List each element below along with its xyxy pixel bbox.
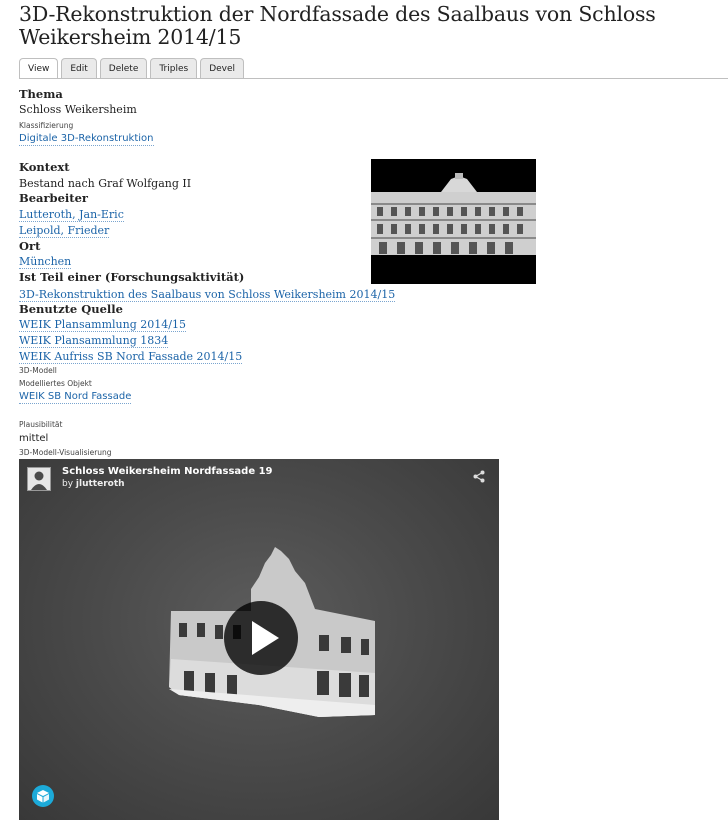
sketchfab-logo[interactable] xyxy=(32,785,54,807)
kontext-value: Bestand nach Graf Wolfgang II xyxy=(19,177,192,190)
ort-label: Ort xyxy=(19,239,41,253)
bearbeiter-link-1[interactable]: Lutteroth, Jan-Eric xyxy=(19,208,124,222)
share-button[interactable] xyxy=(473,468,485,487)
kontext-label: Kontext xyxy=(19,160,70,174)
tab-delete[interactable]: Delete xyxy=(99,58,148,78)
play-icon xyxy=(252,621,279,655)
page-title: 3D-Rekonstruktion der Nordfassade des Sa… xyxy=(19,2,656,49)
objekt-label: Modelliertes Objekt xyxy=(19,379,92,388)
play-button[interactable] xyxy=(224,601,298,675)
ort-link[interactable]: München xyxy=(19,255,72,269)
quelle-link-3[interactable]: WEIK Aufriss SB Nord Fassade 2014/15 xyxy=(19,350,243,364)
author-avatar[interactable] xyxy=(27,467,51,491)
tab-bar: View Edit Delete Triples Devel xyxy=(19,58,247,78)
sketchfab-logo-icon xyxy=(37,790,49,803)
tab-divider xyxy=(19,78,728,79)
klassifizierung-label: Klassifizierung xyxy=(19,121,74,130)
tab-devel[interactable]: Devel xyxy=(200,58,245,78)
thema-value: Schloss Weikersheim xyxy=(19,103,137,116)
model-author[interactable]: jlutteroth xyxy=(76,479,125,489)
klassifizierung-link[interactable]: Digitale 3D-Rekonstruktion xyxy=(19,133,154,146)
avatar-icon xyxy=(28,468,50,490)
quelle-link-1[interactable]: WEIK Plansammlung 2014/15 xyxy=(19,318,186,332)
facade-thumbnail-drawing xyxy=(371,159,536,284)
objekt-link[interactable]: WEIK SB Nord Fassade xyxy=(19,391,132,404)
by-prefix: by xyxy=(62,479,74,489)
thema-label: Thema xyxy=(19,87,63,101)
share-icon xyxy=(473,470,485,483)
quelle-label: Benutzte Quelle xyxy=(19,302,123,316)
quelle-link-2[interactable]: WEIK Plansammlung 1834 xyxy=(19,334,169,348)
teil-label: Ist Teil einer (Forschungsaktivität) xyxy=(19,270,245,284)
tab-view[interactable]: View xyxy=(19,58,59,78)
visualisierung-label: 3D-Modell-Visualisierung xyxy=(19,448,112,457)
facade-thumbnail[interactable] xyxy=(371,159,536,284)
tab-edit[interactable]: Edit xyxy=(61,58,97,78)
sketchfab-viewer[interactable]: Schloss Weikersheim Nordfassade 19 by jl… xyxy=(19,459,499,820)
teil-link[interactable]: 3D-Rekonstruktion des Saalbaus von Schlo… xyxy=(19,288,396,302)
bearbeiter-link-2[interactable]: Leipold, Frieder xyxy=(19,224,110,238)
model-author-line: by jlutteroth xyxy=(62,479,125,489)
bearbeiter-label: Bearbeiter xyxy=(19,191,88,205)
modell-label: 3D-Modell xyxy=(19,366,57,375)
tab-triples[interactable]: Triples xyxy=(150,58,198,78)
model-title[interactable]: Schloss Weikersheim Nordfassade 19 xyxy=(62,466,273,477)
plausibilitaet-label: Plausibilität xyxy=(19,420,63,429)
plausibilitaet-value: mittel xyxy=(19,433,49,444)
